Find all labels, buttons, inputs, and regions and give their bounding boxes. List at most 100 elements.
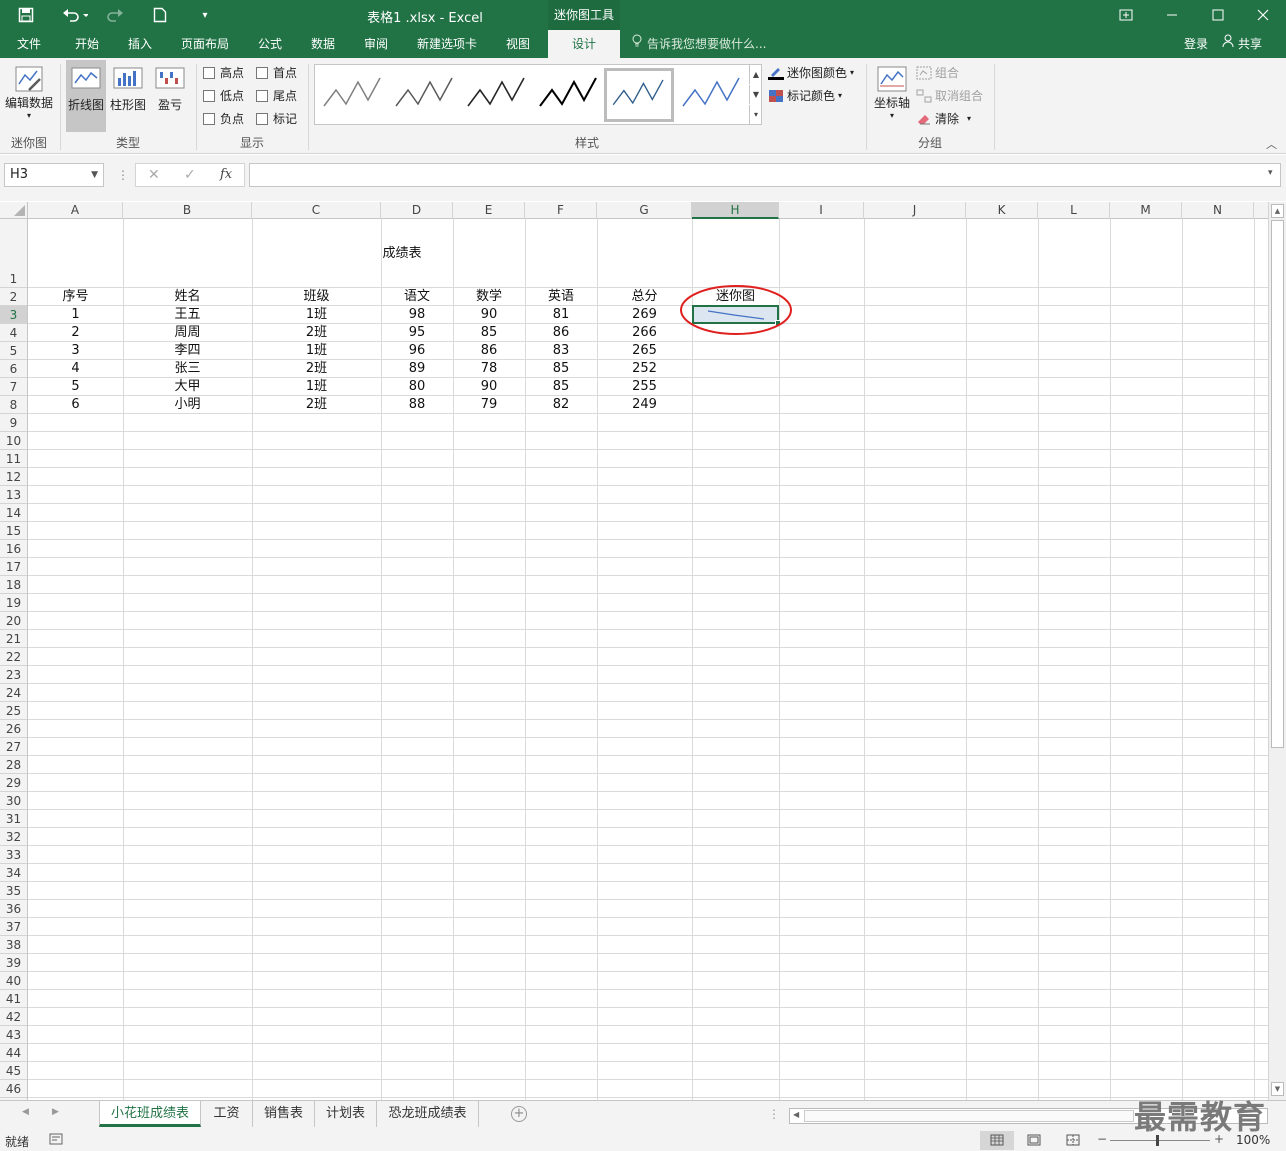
scroll-up-icon[interactable]: ▲ [1271, 204, 1284, 218]
style-option[interactable] [390, 68, 458, 122]
row-header[interactable]: 42 [0, 1008, 27, 1026]
data-cell[interactable]: 4 [28, 360, 123, 378]
row-header[interactable]: 36 [0, 900, 27, 918]
share-button[interactable]: 共享 [1222, 30, 1274, 58]
add-sheet-icon[interactable]: + [511, 1106, 527, 1122]
data-cell[interactable]: 78 [453, 360, 525, 378]
header-cell[interactable]: 英语 [525, 288, 597, 306]
tab-file[interactable]: 文件 [4, 30, 54, 58]
row-header[interactable]: 6 [0, 360, 27, 378]
tab-home[interactable]: 开始 [60, 30, 114, 58]
row-header[interactable]: 20 [0, 612, 27, 630]
tab-review[interactable]: 审阅 [352, 30, 400, 58]
row-header[interactable]: 31 [0, 810, 27, 828]
vertical-scrollbar[interactable]: ▲ ▼ [1268, 202, 1286, 1100]
high-point-checkbox[interactable]: 高点 [203, 64, 244, 81]
row-header[interactable]: 32 [0, 828, 27, 846]
data-cell[interactable]: 81 [525, 306, 597, 324]
horizontal-scroll-thumb[interactable] [804, 1110, 1134, 1122]
sheet-tab-konglong[interactable]: 恐龙班成绩表 [377, 1101, 479, 1127]
zoom-slider[interactable] [1110, 1140, 1210, 1141]
negative-point-checkbox[interactable]: 负点 [203, 110, 244, 127]
row-header[interactable]: 7 [0, 378, 27, 396]
new-file-icon[interactable] [150, 5, 170, 25]
row-header[interactable]: 33 [0, 846, 27, 864]
data-cell[interactable]: 小明 [123, 396, 252, 414]
ungroup-button[interactable]: 取消组合 [916, 87, 983, 104]
gallery-more-icon[interactable]: ▾ [749, 105, 762, 124]
row-header[interactable]: 19 [0, 594, 27, 612]
header-cell[interactable]: 序号 [28, 288, 123, 306]
header-cell[interactable]: 班级 [252, 288, 381, 306]
data-cell[interactable]: 80 [381, 378, 453, 396]
row-header[interactable]: 41 [0, 990, 27, 1008]
name-box-dropdown-icon[interactable]: ▼ [91, 164, 98, 186]
zoom-out-icon[interactable]: − [1097, 1132, 1107, 1146]
row-header[interactable]: 16 [0, 540, 27, 558]
data-cell[interactable]: 95 [381, 324, 453, 342]
row-header[interactable]: 43 [0, 1026, 27, 1044]
data-cell[interactable]: 大甲 [123, 378, 252, 396]
tell-me-box[interactable]: 告诉我您想要做什么... [632, 30, 792, 58]
maximize-icon[interactable] [1195, 0, 1241, 30]
save-icon[interactable] [14, 5, 38, 25]
column-header-l[interactable]: L [1038, 202, 1110, 219]
header-cell[interactable]: 语文 [381, 288, 453, 306]
row-header[interactable]: 3 [0, 306, 27, 324]
data-cell[interactable]: 2班 [252, 324, 381, 342]
column-header-n[interactable]: N [1182, 202, 1254, 219]
line-type-button[interactable]: 折线图 [66, 60, 106, 132]
data-cell[interactable]: 98 [381, 306, 453, 324]
marker-color-button[interactable]: 标记颜色 ▾ [768, 87, 842, 104]
row-header[interactable]: 21 [0, 630, 27, 648]
first-point-checkbox[interactable]: 首点 [256, 64, 297, 81]
tab-split-dots-icon[interactable]: ⋮ [768, 1107, 780, 1121]
undo-icon[interactable] [58, 5, 92, 25]
data-cell[interactable]: 85 [525, 360, 597, 378]
page-layout-view-icon[interactable] [1027, 1134, 1041, 1149]
column-header-a[interactable]: A [28, 202, 123, 219]
column-header-g[interactable]: G [597, 202, 692, 219]
data-cell[interactable]: 1班 [252, 378, 381, 396]
data-cell[interactable]: 5 [28, 378, 123, 396]
style-option[interactable] [534, 68, 602, 122]
row-header[interactable]: 27 [0, 738, 27, 756]
data-cell[interactable]: 86 [525, 324, 597, 342]
row-header[interactable]: 15 [0, 522, 27, 540]
data-cell[interactable]: 王五 [123, 306, 252, 324]
row-header[interactable]: 45 [0, 1062, 27, 1080]
header-cell[interactable]: 姓名 [123, 288, 252, 306]
data-cell[interactable]: 90 [453, 378, 525, 396]
row-header[interactable]: 4 [0, 324, 27, 342]
data-cell[interactable]: 1班 [252, 306, 381, 324]
next-sheet-icon[interactable]: ▶ [52, 1107, 59, 1117]
confirm-entry-icon[interactable]: ✓ [184, 167, 196, 183]
data-cell[interactable]: 79 [453, 396, 525, 414]
ribbon-display-icon[interactable] [1103, 0, 1149, 30]
close-icon[interactable] [1240, 0, 1286, 30]
scroll-left-icon[interactable]: ◀ [793, 1110, 799, 1119]
row-header[interactable]: 23 [0, 666, 27, 684]
sheet-title-cell[interactable]: 成绩表 [280, 245, 524, 263]
macro-record-icon[interactable] [49, 1133, 63, 1148]
data-cell[interactable]: 96 [381, 342, 453, 360]
column-header-k[interactable]: K [966, 202, 1038, 219]
row-header[interactable]: 9 [0, 414, 27, 432]
sparkline-color-button[interactable]: 迷你图颜色 ▾ [768, 64, 854, 81]
row-header[interactable]: 38 [0, 936, 27, 954]
sheet-tab-sales[interactable]: 销售表 [253, 1101, 315, 1127]
column-header-c[interactable]: C [252, 202, 381, 219]
row-header[interactable]: 1 [0, 219, 27, 288]
row-header[interactable]: 46 [0, 1080, 27, 1098]
clear-button[interactable]: 清除 ▾ [916, 110, 971, 127]
cancel-entry-icon[interactable]: ✕ [148, 167, 160, 183]
tab-insert[interactable]: 插入 [114, 30, 166, 58]
column-header-b[interactable]: B [123, 202, 252, 219]
expand-formula-icon[interactable]: ▾ [1268, 168, 1273, 178]
scroll-down-icon[interactable]: ▼ [1271, 1082, 1284, 1096]
tab-design[interactable]: 设计 [548, 30, 620, 58]
row-header[interactable]: 22 [0, 648, 27, 666]
row-header[interactable]: 10 [0, 432, 27, 450]
sheet-tab-salary[interactable]: 工资 [201, 1101, 253, 1127]
sheet-tab-xiaohua[interactable]: 小花班成绩表 [99, 1101, 201, 1127]
